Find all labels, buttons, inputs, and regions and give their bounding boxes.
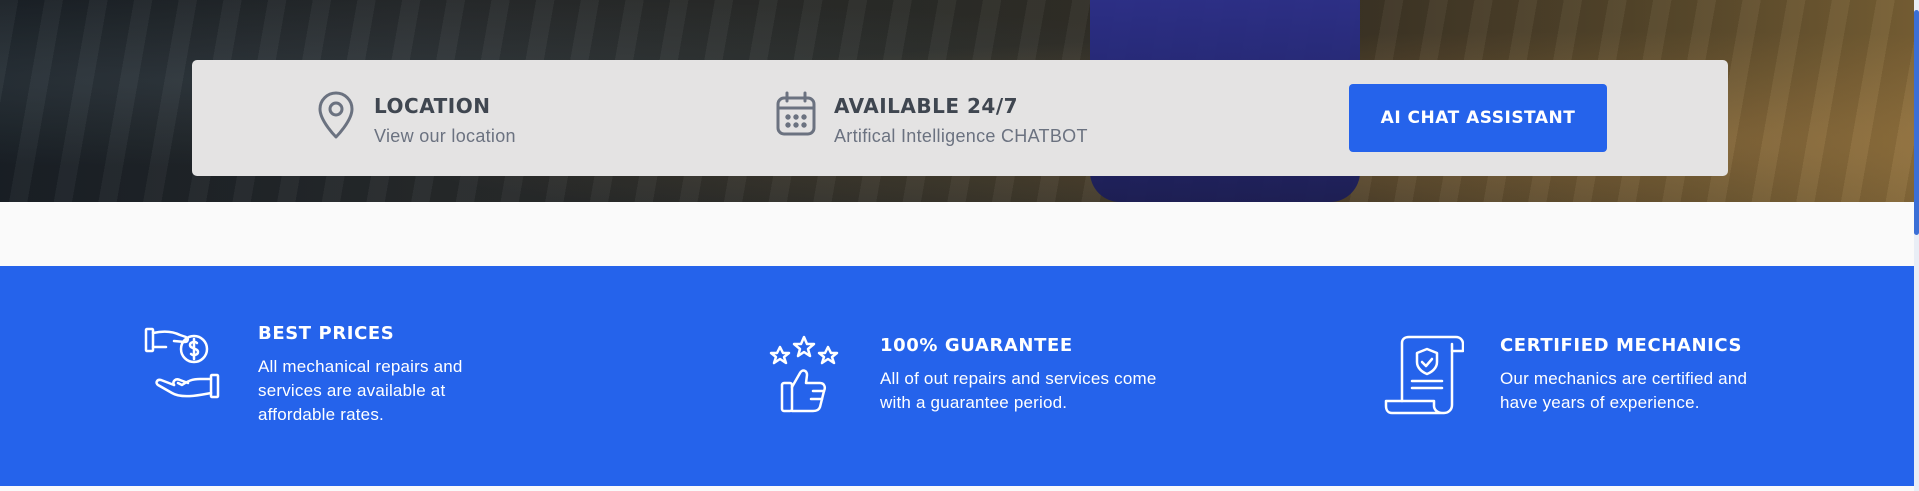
feature-guarantee: 100% GUARANTEE All of out repairs and se… <box>764 335 1160 415</box>
thumbs-up-stars-icon <box>764 335 844 415</box>
feature-text: All of out repairs and services come wit… <box>880 369 1157 412</box>
info-bar: LOCATION View our location AVAILABLE 24/… <box>192 60 1728 176</box>
feature-title: CERTIFIED MECHANICS <box>1500 335 1743 356</box>
scrollbar-thumb[interactable] <box>1914 10 1919 235</box>
feature-text: All mechanical repairs and services are … <box>258 357 463 424</box>
location-title: LOCATION <box>374 94 491 118</box>
calendar-icon <box>774 90 818 140</box>
features-band: BEST PRICES All mechanical repairs and s… <box>0 266 1914 486</box>
location-subtitle: View our location <box>374 126 516 146</box>
availability-title: AVAILABLE 24/7 <box>834 94 1019 118</box>
location-link[interactable]: LOCATION View our location <box>314 90 516 147</box>
map-pin-icon <box>314 90 358 140</box>
hand-money-icon <box>142 323 222 403</box>
availability-item: AVAILABLE 24/7 Artifical Intelligence CH… <box>774 90 1088 147</box>
feature-best-prices: BEST PRICES All mechanical repairs and s… <box>142 323 518 427</box>
feature-text: Our mechanics are certified and have yea… <box>1500 369 1748 412</box>
feature-title: BEST PRICES <box>258 323 395 344</box>
scrollbar[interactable] <box>1914 0 1919 491</box>
feature-title: 100% GUARANTEE <box>880 335 1073 356</box>
ai-chat-assistant-button[interactable]: AI CHAT ASSISTANT <box>1349 84 1607 152</box>
availability-subtitle: Artifical Intelligence CHATBOT <box>834 126 1088 146</box>
feature-certified: CERTIFIED MECHANICS Our mechanics are ce… <box>1384 335 1770 415</box>
certificate-scroll-icon <box>1384 335 1465 415</box>
